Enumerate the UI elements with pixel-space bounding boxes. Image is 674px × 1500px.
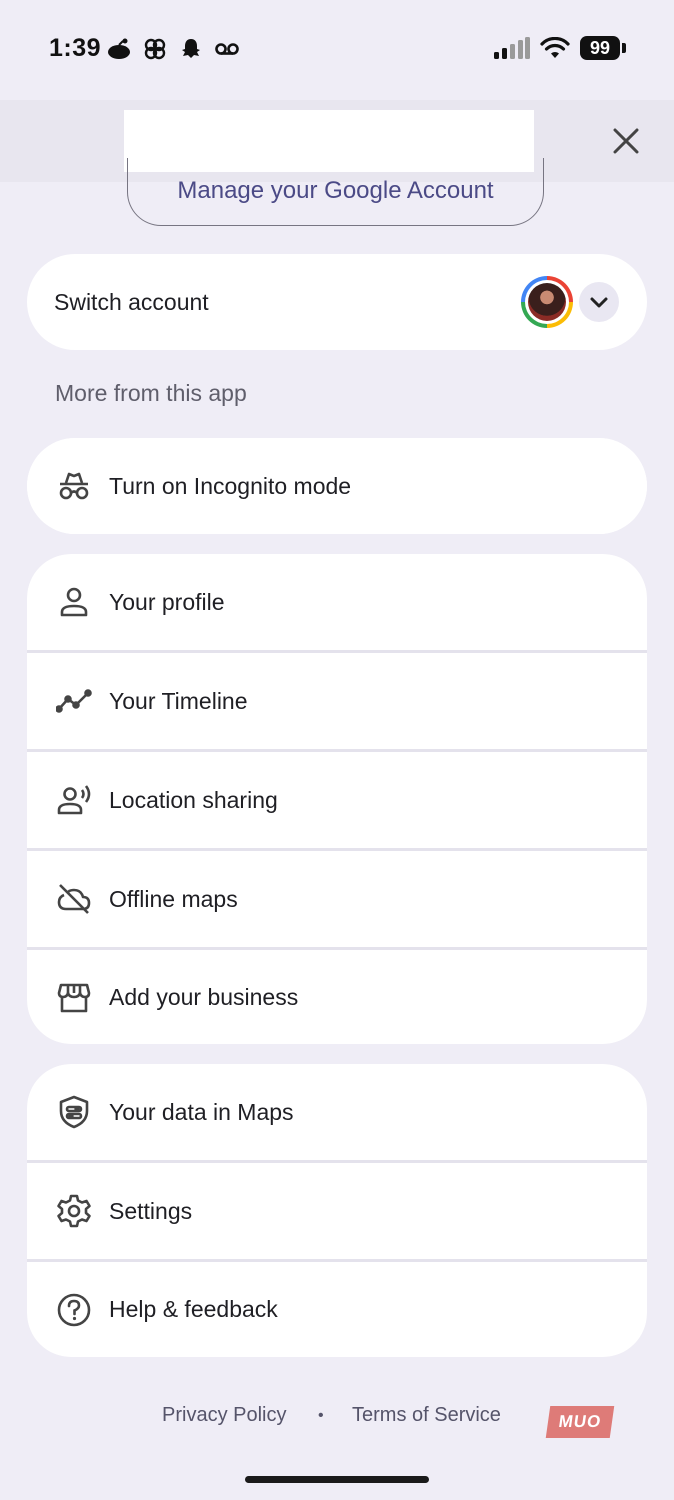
status-bar: 1:39 99 (0, 0, 674, 100)
close-icon (613, 128, 639, 154)
menu-item-your-data[interactable]: Your data in Maps (27, 1064, 647, 1160)
status-right: 99 (494, 36, 626, 60)
notification-icons (106, 36, 240, 62)
footer-separator: • (318, 1407, 324, 1424)
privacy-policy-link[interactable]: Privacy Policy (162, 1404, 286, 1427)
location-sharing-icon (55, 781, 93, 819)
expand-accounts-button[interactable] (579, 282, 619, 322)
battery-level: 99 (580, 36, 620, 60)
pinwheel-icon (144, 38, 166, 60)
menu-item-offline-maps[interactable]: Offline maps (27, 851, 647, 947)
menu-item-location-sharing[interactable]: Location sharing (27, 752, 647, 848)
menu-item-label: Add your business (109, 983, 299, 1010)
menu-item-label: Your profile (109, 588, 225, 615)
incognito-mode-item[interactable]: Turn on Incognito mode (27, 438, 647, 534)
incognito-label: Turn on Incognito mode (109, 472, 352, 499)
shield-data-icon (55, 1093, 93, 1131)
menu-item-add-business[interactable]: Add your business (27, 950, 647, 1044)
signal-icon (494, 37, 530, 59)
avatar[interactable] (521, 276, 573, 328)
wifi-icon (540, 37, 570, 58)
avatar-photo (528, 283, 566, 321)
menu-item-label: Location sharing (109, 786, 278, 813)
close-button[interactable] (606, 121, 646, 161)
menu-item-label: Help & feedback (109, 1296, 278, 1322)
menu-item-your-timeline[interactable]: Your Timeline (27, 653, 647, 749)
terms-of-service-link[interactable]: Terms of Service (352, 1404, 501, 1427)
switch-account-label: Switch account (54, 288, 209, 315)
reddit-icon (108, 38, 130, 59)
menu-item-help-feedback[interactable]: Help & feedback (27, 1262, 647, 1357)
settings-menu-group: Your data in Maps Settings Help & feedba… (27, 1064, 647, 1357)
menu-item-settings[interactable]: Settings (27, 1163, 647, 1259)
battery-indicator: 99 (580, 36, 626, 60)
menu-item-your-profile[interactable]: Your profile (27, 554, 647, 650)
avatar-frame (525, 280, 569, 324)
menu-item-label: Settings (109, 1197, 193, 1224)
account-menu-group: Your profile Your Timeline Location shar… (27, 554, 647, 1044)
voicemail-icon (215, 43, 239, 55)
gear-icon (55, 1192, 93, 1230)
home-indicator[interactable] (245, 1476, 429, 1483)
chevron-down-icon (590, 297, 608, 308)
battery-tip (622, 43, 626, 53)
storefront-icon (55, 978, 93, 1016)
section-header: More from this app (55, 380, 247, 406)
help-icon (55, 1291, 93, 1329)
muo-watermark: MUO (545, 1406, 615, 1438)
incognito-row[interactable]: Turn on Incognito mode (27, 438, 647, 534)
incognito-icon (55, 467, 93, 505)
snapchat-icon (182, 39, 200, 58)
menu-item-label: Your data in Maps (109, 1098, 294, 1125)
timeline-icon (55, 682, 93, 720)
menu-item-label: Offline maps (109, 885, 238, 912)
switch-account-card[interactable]: Switch account (27, 254, 647, 350)
status-time: 1:39 (49, 34, 102, 62)
offline-cloud-icon (55, 880, 93, 918)
menu-item-label: Your Timeline (109, 687, 248, 714)
person-icon (55, 583, 93, 621)
manage-account-button[interactable]: Manage your Google Account (127, 158, 544, 226)
